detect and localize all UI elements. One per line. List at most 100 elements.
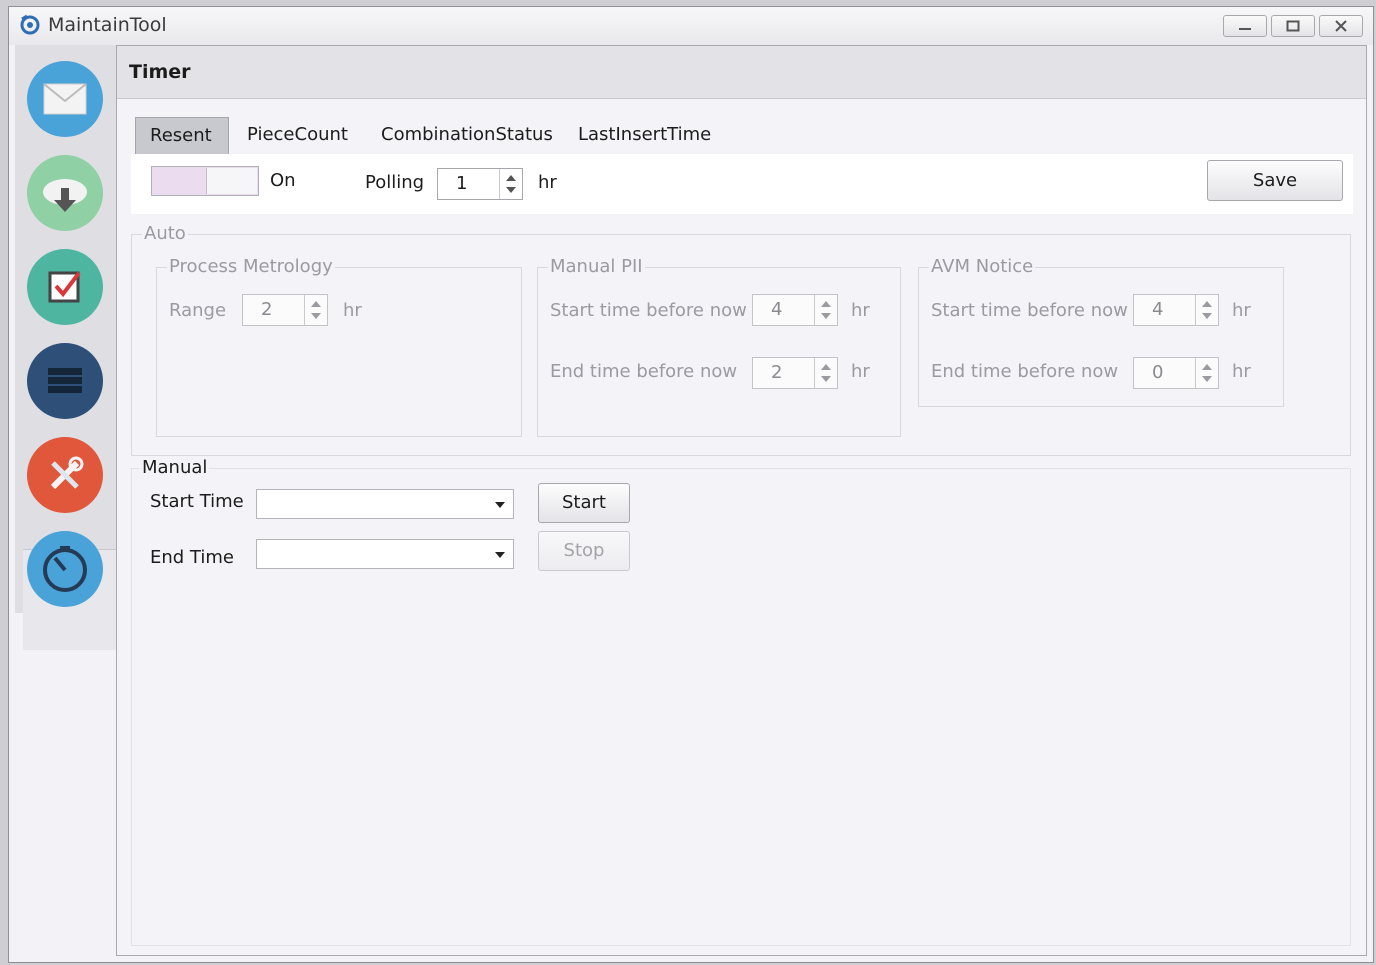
polling-row: On Polling 1 hr Save <box>131 154 1353 214</box>
avm-start-unit: hr <box>1232 300 1251 321</box>
minimize-button[interactable] <box>1223 15 1267 37</box>
process-metrology-group: Process Metrology Range 2 hr <box>156 256 522 437</box>
polling-label: Polling <box>365 172 425 193</box>
sidebar-item-mail[interactable] <box>27 61 103 137</box>
pii-start-unit: hr <box>851 300 870 321</box>
tools-icon <box>50 456 84 490</box>
cloud-download-icon <box>43 179 87 212</box>
pii-end-label: End time before now <box>550 361 738 382</box>
spin-arrows[interactable] <box>499 169 522 199</box>
range-label: Range <box>169 300 227 321</box>
end-time-label: End Time <box>150 547 234 568</box>
save-button[interactable]: Save <box>1207 160 1343 201</box>
sidebar-item-tools[interactable] <box>27 437 103 513</box>
manual-pii-group: Manual PII Start time before now 4 hr En… <box>537 256 901 437</box>
avm-end-unit: hr <box>1232 361 1251 382</box>
avm-end-spinbox[interactable]: 0 <box>1133 357 1219 389</box>
spin-down-icon[interactable] <box>1202 313 1212 319</box>
timer-icon <box>43 546 87 592</box>
spin-down-icon[interactable] <box>821 313 831 319</box>
spin-arrows[interactable] <box>814 358 837 388</box>
spin-down-icon[interactable] <box>1202 376 1212 382</box>
spin-arrows[interactable] <box>814 295 837 325</box>
spin-down-icon[interactable] <box>506 187 516 193</box>
page-title: Timer <box>129 61 191 83</box>
pii-end-spinbox[interactable]: 2 <box>752 357 838 389</box>
dropdown-arrow-icon[interactable] <box>495 502 505 508</box>
polling-unit: hr <box>538 172 557 193</box>
minimize-icon <box>1239 28 1251 30</box>
close-icon <box>1335 20 1347 32</box>
tab-label: Resent <box>150 125 212 146</box>
manual-group: Manual Start Time Start End Time Stop <box>131 457 1351 946</box>
dropdown-arrow-icon[interactable] <box>495 552 505 558</box>
spin-down-icon[interactable] <box>821 376 831 382</box>
spin-arrows[interactable] <box>304 295 327 325</box>
process-metrology-title: Process Metrology <box>167 256 335 277</box>
on-off-toggle[interactable] <box>151 166 259 196</box>
toggle-knob <box>206 168 257 194</box>
tab-bar: Resent PieceCount CombinationStatus Last… <box>131 114 1351 161</box>
tab-label: LastInsertTime <box>578 124 712 145</box>
sidebar-item-server[interactable] <box>27 343 103 419</box>
tab-combinationstatus[interactable]: CombinationStatus <box>367 117 567 154</box>
sidebar-item-timer[interactable] <box>27 531 103 607</box>
maximize-button[interactable] <box>1271 15 1315 37</box>
spin-down-icon[interactable] <box>311 313 321 319</box>
tab-piececount[interactable]: PieceCount <box>233 117 362 154</box>
avm-start-spinbox[interactable]: 4 <box>1133 294 1219 326</box>
spin-up-icon[interactable] <box>821 364 831 370</box>
tab-label: PieceCount <box>247 124 348 145</box>
maximize-icon <box>1286 20 1300 32</box>
sidebar-empty-area <box>15 613 117 743</box>
title-bar[interactable]: MaintainTool <box>9 7 1373 45</box>
pii-start-label: Start time before now <box>550 300 747 321</box>
spin-up-icon[interactable] <box>1202 301 1212 307</box>
auto-group-title: Auto <box>142 223 188 244</box>
avm-start-value: 4 <box>1152 299 1164 320</box>
avm-end-label: End time before now <box>931 361 1119 382</box>
start-time-dropdown[interactable] <box>256 489 514 519</box>
avm-notice-group: AVM Notice Start time before now 4 hr En… <box>918 256 1284 407</box>
start-button[interactable]: Start <box>538 483 630 523</box>
window-title: MaintainTool <box>48 14 167 36</box>
close-button[interactable] <box>1319 15 1363 37</box>
sidebar <box>15 45 119 650</box>
pii-start-spinbox[interactable]: 4 <box>752 294 838 326</box>
avm-end-value: 0 <box>1152 362 1164 383</box>
pii-end-value: 2 <box>771 362 783 383</box>
avm-start-label: Start time before now <box>931 300 1128 321</box>
maintaintool-window: MaintainTool Timer Resent PieceCount Com… <box>8 6 1374 963</box>
manual-pii-title: Manual PII <box>548 256 645 277</box>
app-logo-icon <box>20 14 40 35</box>
checkbox-icon <box>48 271 81 303</box>
spin-up-icon[interactable] <box>1202 364 1212 370</box>
spin-arrows[interactable] <box>1195 358 1218 388</box>
spin-up-icon[interactable] <box>821 301 831 307</box>
range-unit: hr <box>343 300 362 321</box>
panel-header: Timer <box>117 46 1366 99</box>
spin-arrows[interactable] <box>1195 295 1218 325</box>
polling-value: 1 <box>456 173 468 194</box>
polling-spinbox[interactable]: 1 <box>437 168 523 200</box>
tab-lastinserttime[interactable]: LastInsertTime <box>564 117 725 154</box>
spin-up-icon[interactable] <box>506 175 516 181</box>
toggle-state-label: On <box>270 170 296 191</box>
sidebar-item-download[interactable] <box>27 155 103 231</box>
mail-icon <box>43 83 87 115</box>
sidebar-item-checklist[interactable] <box>27 249 103 325</box>
range-value: 2 <box>261 299 273 320</box>
spin-up-icon[interactable] <box>311 301 321 307</box>
manual-group-title: Manual <box>140 457 210 478</box>
pii-start-value: 4 <box>771 299 783 320</box>
timer-panel: Timer Resent PieceCount CombinationStatu… <box>116 45 1367 956</box>
auto-group: Auto Process Metrology Range 2 hr Manual… <box>131 223 1351 456</box>
range-spinbox[interactable]: 2 <box>242 294 328 326</box>
start-time-label: Start Time <box>150 491 244 512</box>
stop-button[interactable]: Stop <box>538 531 630 571</box>
avm-notice-title: AVM Notice <box>929 256 1036 277</box>
tab-label: CombinationStatus <box>381 124 553 145</box>
end-time-dropdown[interactable] <box>256 539 514 569</box>
tab-resent[interactable]: Resent <box>135 117 229 161</box>
pii-end-unit: hr <box>851 361 870 382</box>
